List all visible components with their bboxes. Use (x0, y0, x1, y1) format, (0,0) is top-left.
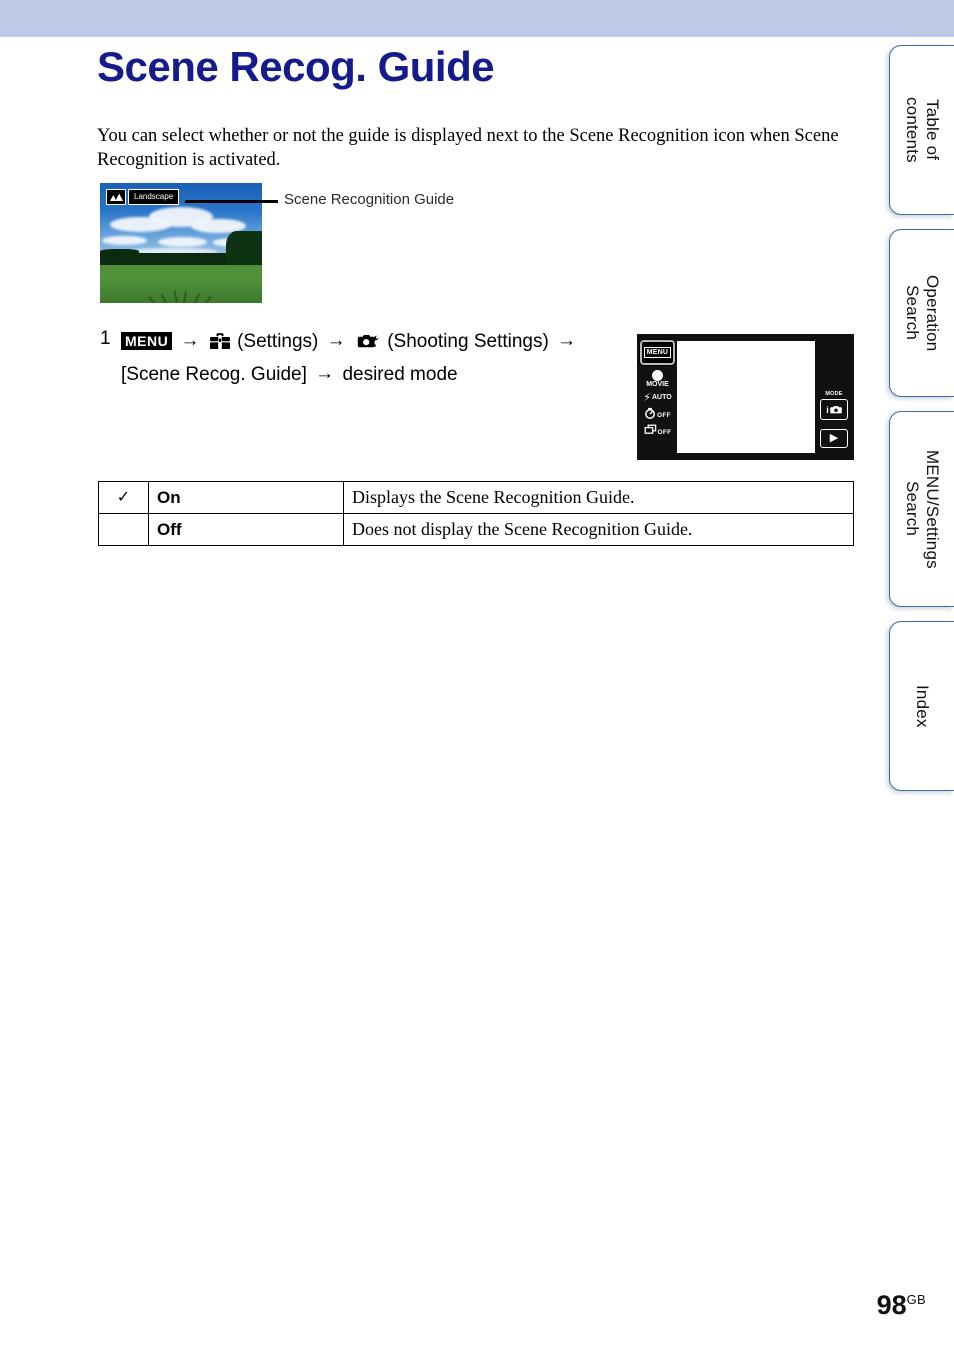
callout-label: Scene Recognition Guide (284, 191, 455, 208)
page-title: Scene Recog. Guide (97, 43, 495, 90)
arrow-glyph: → (557, 330, 577, 351)
field-track (182, 291, 187, 303)
sidebar-item-index[interactable]: Index (889, 621, 954, 791)
step-number: 1 (100, 328, 111, 349)
lcd-live-view (677, 341, 815, 453)
burst-icon (644, 424, 656, 434)
page-number-suffix: GB (906, 1292, 926, 1307)
lcd-menu-label: MENU (643, 347, 672, 358)
lcd-burst-label: OFF (657, 429, 672, 436)
lcd-menu-button[interactable]: MENU (640, 340, 675, 365)
step-tail-label: desired mode (342, 364, 458, 385)
camera-wrench-icon (355, 330, 381, 359)
sidebar-item-label: MENU/Settings Search (903, 449, 942, 569)
sidebar-item-label: Operation Search (903, 274, 942, 352)
mountain-icon (106, 189, 126, 205)
field-track (148, 296, 156, 303)
intro-paragraph: You can select whether or not the guide … (97, 126, 839, 170)
field-track (160, 293, 167, 303)
option-name-cell: On (148, 481, 344, 514)
lcd-self-timer-button[interactable]: OFF (641, 407, 675, 419)
lcd-self-timer-label: OFF (657, 412, 671, 419)
field-track (194, 293, 200, 303)
options-table: ✓ On Displays the Scene Recognition Guid… (98, 481, 854, 546)
menu-item-label: [Scene Recog. Guide] (121, 364, 307, 385)
play-icon: ▶ (829, 432, 839, 444)
lcd-movie-button[interactable]: MOVIE (641, 370, 675, 389)
page-number: 98GB (877, 1290, 926, 1321)
cloud-shape (158, 237, 207, 247)
sidebar-item-table-of-contents[interactable]: Table of contents (889, 45, 954, 215)
sidebar-item-label: Table of contents (903, 97, 942, 163)
header-band (0, 0, 954, 37)
lcd-right-toolbar: MODE i ▶ (815, 335, 853, 459)
lcd-playback-button[interactable]: ▶ (820, 429, 848, 448)
camera-lcd-illustration: MENU MOVIE ⚡ AUTO OFF OFF MODE i ▶ (637, 334, 854, 460)
lcd-flash-button[interactable]: ⚡ AUTO (641, 392, 675, 404)
step-instruction: MENU → (Settings) → (Shooting Settings) … (121, 326, 621, 389)
self-timer-icon (645, 407, 655, 419)
table-row: ✓ On Displays the Scene Recognition Guid… (98, 481, 854, 514)
field-track (173, 291, 179, 303)
movie-record-dot (652, 370, 663, 381)
table-row: Off Does not display the Scene Recogniti… (98, 513, 854, 546)
scene-recognition-badge: Landscape (106, 189, 180, 205)
lcd-mode-glyph: i (826, 404, 829, 415)
default-check-cell: ✓ (98, 481, 149, 514)
sidebar-item-label: Index (913, 684, 932, 728)
lcd-burst-button[interactable]: OFF (641, 424, 675, 436)
sidebar-item-menu-settings-search[interactable]: MENU/Settings Search (889, 411, 954, 607)
toolbox-icon (209, 330, 231, 359)
side-tabs: Table of contents Operation Search MENU/… (889, 45, 954, 805)
lcd-mode-button[interactable]: i (820, 399, 848, 420)
default-check-cell (98, 513, 149, 546)
scene-badge-label: Landscape (128, 189, 180, 205)
lcd-mode-label: MODE (825, 391, 843, 397)
option-description-cell: Does not display the Scene Recognition G… (343, 513, 854, 546)
lcd-left-toolbar: MENU MOVIE ⚡ AUTO OFF OFF (638, 335, 677, 459)
arrow-glyph: → (180, 330, 200, 351)
lcd-flash-label: AUTO (652, 394, 672, 401)
menu-chip: MENU (121, 332, 173, 350)
field-region (100, 264, 262, 303)
camera-icon (829, 406, 842, 414)
field-track (205, 295, 212, 303)
callout-leader-line (185, 200, 278, 203)
sidebar-item-operation-search[interactable]: Operation Search (889, 229, 954, 397)
lcd-movie-label: MOVIE (646, 381, 669, 388)
page-number-value: 98 (876, 1290, 907, 1320)
option-name-cell: Off (148, 513, 344, 546)
option-description-cell: Displays the Scene Recognition Guide. (343, 481, 854, 514)
arrow-glyph: → (315, 363, 335, 384)
arrow-glyph: → (326, 330, 346, 351)
flash-bolt-icon: ⚡ (643, 392, 651, 404)
settings-label: (Settings) (237, 331, 319, 352)
checkmark-icon: ✓ (116, 488, 131, 506)
shooting-settings-label: (Shooting Settings) (387, 331, 549, 352)
